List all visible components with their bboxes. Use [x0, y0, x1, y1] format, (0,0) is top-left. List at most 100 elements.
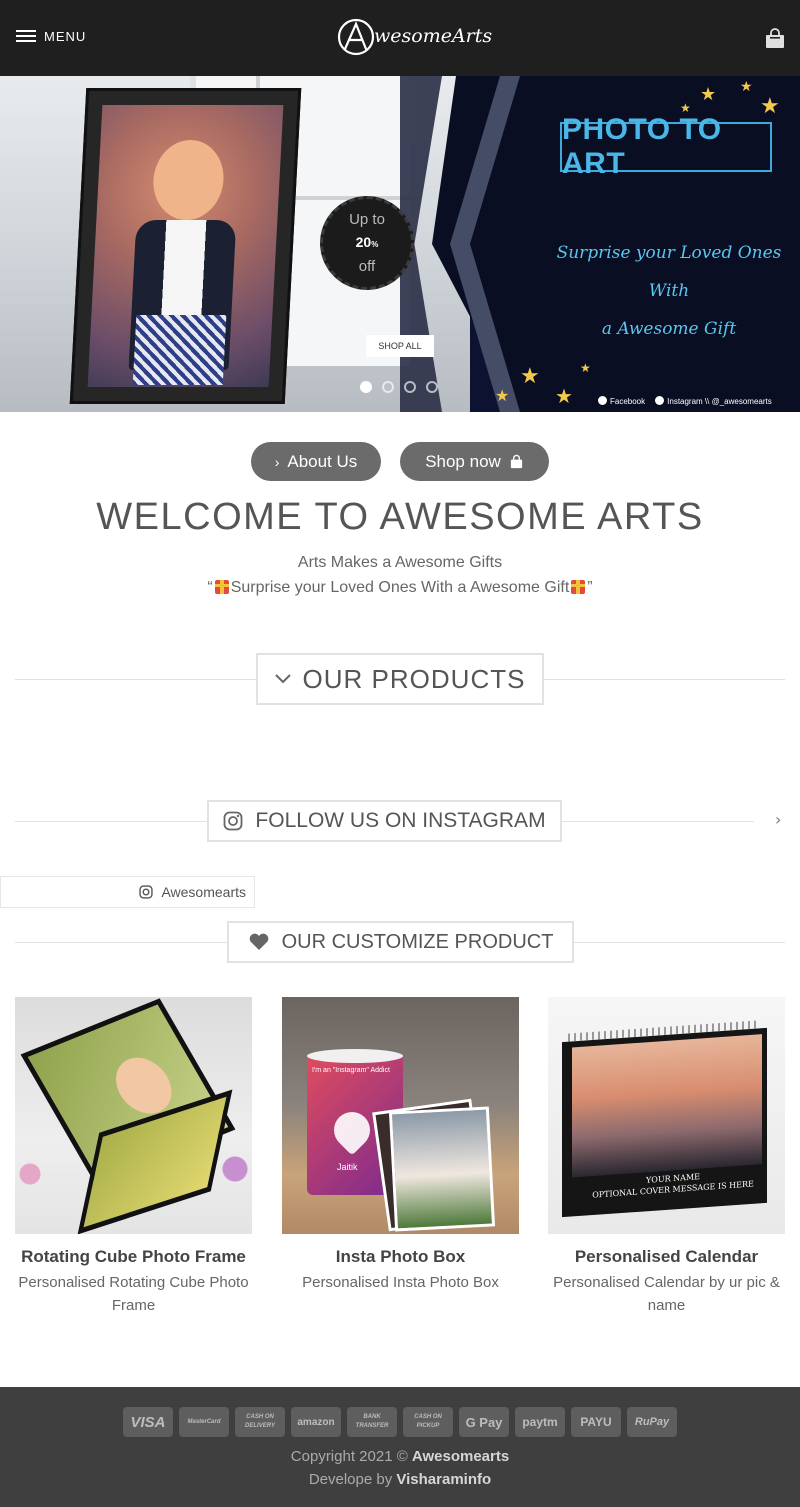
- calendar-photo: [572, 1034, 762, 1178]
- site-header: MENU wesomeArts: [0, 0, 800, 76]
- copyright-prefix: Copyright 2021 ©: [290, 1448, 408, 1465]
- payu-icon: PAYU: [571, 1407, 621, 1437]
- bank-transfer-icon: BANK TRANSFER: [347, 1407, 397, 1437]
- discount-badge: Up to 20% off: [320, 196, 414, 290]
- discount-value: 20: [355, 233, 372, 250]
- hero-social-links: Facebook Instagram \\ @_awesomearts: [598, 396, 772, 406]
- developer-link[interactable]: Visharaminfo: [396, 1471, 491, 1488]
- facebook-icon: [598, 396, 607, 405]
- tagline-text: Surprise your Loved Ones With a Awesome …: [230, 579, 570, 596]
- facebook-link: Facebook: [598, 396, 645, 406]
- logo-text: wesomeArts: [374, 25, 493, 47]
- welcome-heading: WELCOME TO AWESOME ARTS: [96, 496, 704, 538]
- slider-dot-3[interactable]: [404, 381, 416, 393]
- discount-badge-line2: off: [358, 257, 376, 275]
- star-decoration: ★: [580, 361, 591, 375]
- tagline-open-quote: “: [207, 579, 213, 596]
- menu-button[interactable]: MENU: [16, 28, 86, 44]
- shop-all-button[interactable]: SHOP ALL: [366, 335, 434, 357]
- hero-portrait-frame: [69, 88, 302, 404]
- chevron-right-icon[interactable]: ›: [775, 810, 781, 829]
- star-decoration: ★: [520, 364, 540, 389]
- star-decoration: ★: [700, 84, 717, 105]
- payment-icons: VISA MasterCard CASH ON DELIVERY amazon …: [123, 1407, 677, 1437]
- cash-on-pickup-icon: CASH ON PICKUP: [403, 1407, 453, 1437]
- our-products-heading[interactable]: OUR PRODUCTS: [256, 653, 544, 705]
- visa-icon: VISA: [123, 1407, 173, 1437]
- slider-dot-2[interactable]: [382, 381, 394, 393]
- photo-card: [388, 1106, 496, 1232]
- chevron-right-icon: ›: [274, 453, 280, 470]
- discount-badge-line1: Up to: [349, 210, 385, 228]
- instagram-title: FOLLOW US ON INSTAGRAM: [255, 809, 546, 832]
- product-card[interactable]: I'm an "Instagram" Addict Jaitik Insta P…: [282, 997, 519, 1294]
- product-card[interactable]: YOUR NAME OPTIONAL COVER MESSAGE IS HERE…: [548, 997, 785, 1317]
- heart-icon: [249, 933, 268, 950]
- developer-credit: Develope by Visharaminfo: [0, 1471, 800, 1488]
- discount-badge-value: 20%: [356, 231, 379, 256]
- product-description: Personalised Insta Photo Box: [302, 1274, 499, 1291]
- product-name[interactable]: Rotating Cube Photo Frame: [15, 1246, 252, 1267]
- product-card[interactable]: Rotating Cube Photo Frame Personalised R…: [15, 997, 252, 1317]
- mug-text: I'm an "Instagram" Addict: [312, 1067, 390, 1074]
- product-description: Personalised Calendar by ur pic & name: [553, 1274, 780, 1314]
- product-image-insta-box[interactable]: I'm an "Instagram" Addict Jaitik: [282, 997, 519, 1234]
- mug-rim: [307, 1049, 403, 1063]
- product-name[interactable]: Personalised Calendar: [548, 1246, 785, 1267]
- shopping-bag-icon: [510, 454, 522, 469]
- hero-portrait-pants: [132, 315, 227, 385]
- our-products-title: OUR PRODUCTS: [302, 663, 526, 694]
- hero-title-box: PHOTO TO ART: [560, 113, 772, 180]
- intro-subtitle: Arts Makes a Awesome Gifts: [297, 554, 503, 571]
- hamburger-icon: [16, 28, 36, 44]
- hero-portrait-painting: [87, 105, 284, 387]
- instagram-profile-link[interactable]: Awesomearts: [0, 876, 255, 908]
- amazon-icon: amazon: [291, 1407, 341, 1437]
- cash-on-delivery-icon: CASH ON DELIVERY: [235, 1407, 285, 1437]
- shopping-bag-icon[interactable]: [764, 27, 786, 49]
- star-decoration: ★: [555, 384, 573, 408]
- copyright-brand-link[interactable]: Awesomearts: [412, 1448, 509, 1465]
- site-logo[interactable]: wesomeArts: [336, 16, 492, 58]
- slider-dot-4[interactable]: [426, 381, 438, 393]
- gift-icon: [571, 580, 586, 594]
- hero-tagline-line2: a Awesome Gift: [601, 319, 737, 339]
- facebook-label: Facebook: [610, 397, 646, 406]
- hero-portrait-head: [151, 140, 226, 220]
- about-us-label: About Us: [287, 451, 358, 471]
- chevron-down-icon: [274, 674, 291, 684]
- star-decoration: ★: [495, 386, 510, 405]
- customize-title: OUR CUSTOMIZE PRODUCT: [281, 930, 554, 953]
- gpay-icon: G Pay: [459, 1407, 509, 1437]
- intro-tagline: “ Surprise your Loved Ones With a Awesome…: [0, 579, 800, 597]
- product-description: Personalised Rotating Cube Photo Frame: [18, 1274, 249, 1314]
- gift-icon: [214, 580, 229, 594]
- paytm-icon: paytm: [515, 1407, 565, 1437]
- instagram-icon: [655, 396, 665, 405]
- menu-label: MENU: [44, 28, 87, 44]
- product-image-calendar[interactable]: YOUR NAME OPTIONAL COVER MESSAGE IS HERE: [548, 997, 785, 1234]
- instagram-link: Instagram \\ @_awesomearts: [655, 396, 772, 406]
- shop-now-button[interactable]: Shop now: [400, 442, 549, 481]
- instagram-heading: FOLLOW US ON INSTAGRAM: [207, 800, 562, 842]
- a-logo-icon: [337, 18, 375, 56]
- tagline-close-quote: ”: [587, 579, 593, 596]
- product-name[interactable]: Insta Photo Box: [282, 1246, 519, 1267]
- instagram-icon: [224, 811, 243, 831]
- product-image-rotating-cube[interactable]: [15, 997, 252, 1234]
- discount-unit: %: [371, 239, 379, 249]
- slider-dot-1[interactable]: [360, 381, 372, 393]
- shop-now-label: Shop now: [425, 451, 501, 471]
- site-footer: VISA MasterCard CASH ON DELIVERY amazon …: [0, 1387, 800, 1507]
- hero-slider[interactable]: ★ ★ ★ ★ ★ ★ ★ ★ PHOTO TO ART Surprise yo…: [0, 76, 800, 412]
- customize-heading: OUR CUSTOMIZE PRODUCT: [227, 921, 574, 963]
- developer-prefix: Develope by: [308, 1471, 393, 1488]
- rupay-icon: RuPay: [627, 1407, 677, 1437]
- hero-title: PHOTO TO ART: [562, 113, 722, 180]
- mug-caption: Jaitik: [337, 1162, 358, 1172]
- hero-tagline: Surprise your Loved Ones With a Awesome …: [544, 234, 794, 348]
- about-us-button[interactable]: › About Us: [251, 442, 381, 481]
- hero-tagline-line1: Surprise your Loved Ones With: [556, 243, 782, 301]
- copyright-text: Copyright 2021 © Awesomearts: [0, 1448, 800, 1465]
- instagram-label: Instagram \\ @_awesomearts: [667, 397, 772, 406]
